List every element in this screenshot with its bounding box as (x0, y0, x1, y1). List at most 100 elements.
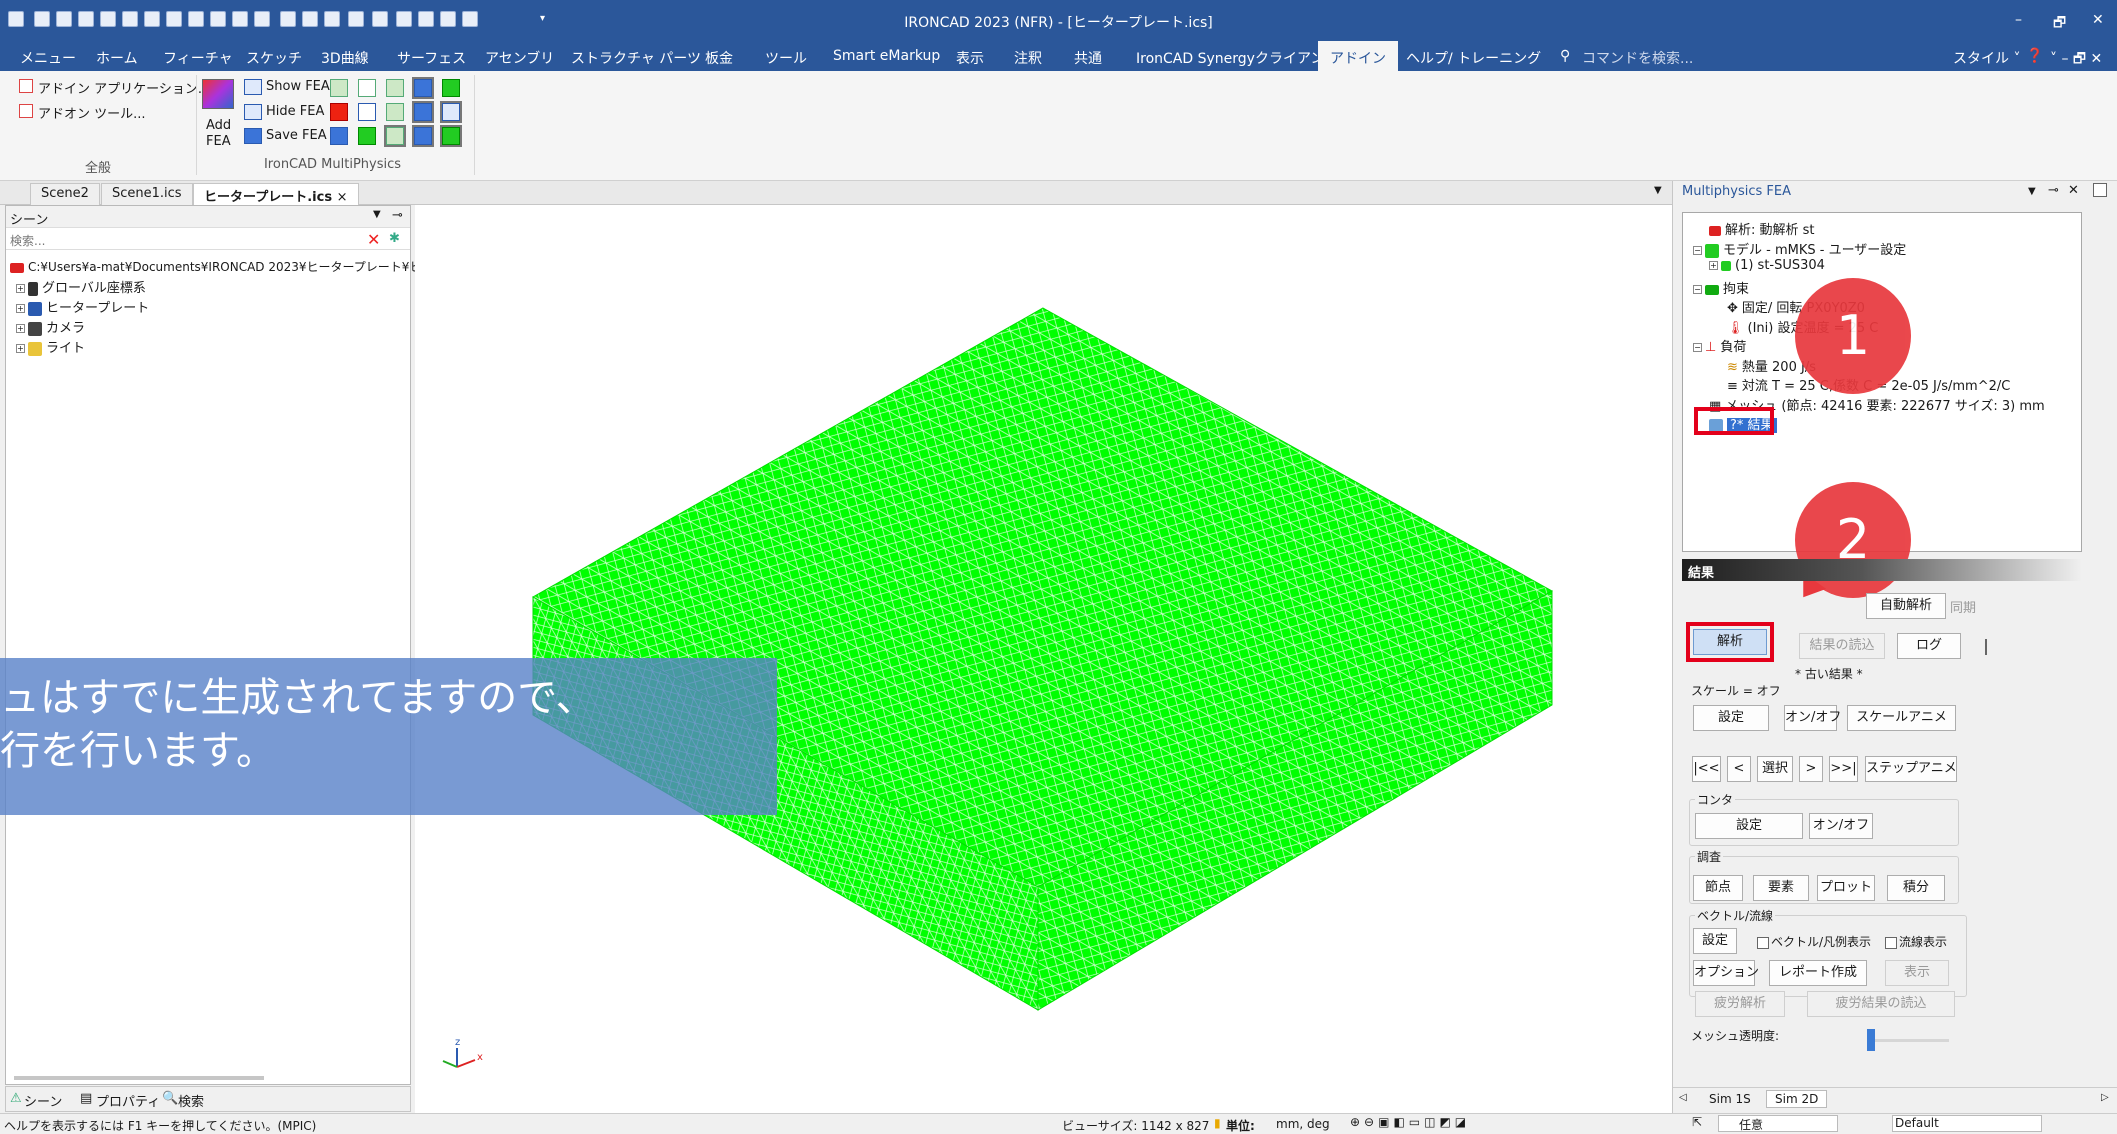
restore-button[interactable]: 🗗 (2053, 12, 2066, 36)
menu-item[interactable]: ツール (765, 48, 807, 68)
menu-item[interactable]: フィーチャ (163, 48, 233, 68)
mesh-icon[interactable] (330, 79, 348, 97)
close-button[interactable]: ✕ (2092, 12, 2104, 28)
fea-constraint[interactable]: − 拘束 (1693, 278, 1749, 297)
menu-item[interactable]: 注釈 (1014, 48, 1042, 68)
selection-filter[interactable]: 任意 (1718, 1115, 1838, 1132)
prev-step-button[interactable]: < (1727, 756, 1751, 782)
first-step-button[interactable]: |<< (1692, 756, 1721, 782)
tab-scene1[interactable]: Scene1.ics (101, 183, 193, 205)
ribbon-controls[interactable]: ˅ – 🗗 ✕ (2050, 48, 2102, 72)
add-fea-label-1[interactable]: Add (206, 118, 231, 133)
log-button[interactable]: ログ (1897, 633, 1961, 659)
contour-onoff-button[interactable]: オン/オフ (1809, 813, 1873, 839)
tab-dropdown-icon[interactable]: ▼ (1654, 185, 1662, 196)
expand-icon[interactable]: + (1709, 261, 1718, 270)
menu-item[interactable]: スケッチ (246, 48, 302, 68)
sync-label[interactable]: 同期 (1950, 597, 1976, 616)
side-tab-icon[interactable] (2093, 183, 2107, 197)
tab-heater-plate[interactable]: ヒータープレート.ics × (193, 183, 359, 205)
menu-item[interactable]: サーフェス (397, 48, 466, 68)
solid-icon[interactable] (330, 127, 348, 145)
plot-button[interactable]: プロット (1817, 875, 1875, 901)
pane-menu-icon[interactable]: ▼ (373, 209, 381, 220)
scroll-left-icon[interactable]: ◁ (1679, 1092, 1687, 1103)
green-solid-icon[interactable] (442, 79, 460, 97)
command-search[interactable]: コマンドを検索... (1582, 48, 1693, 68)
solid-icon[interactable] (412, 101, 434, 123)
help-icon[interactable]: ❓ (2026, 48, 2043, 64)
menu-item[interactable]: ヘルプ/ トレーニング (1406, 48, 1541, 68)
fea-model[interactable]: − モデル - mMKS - ユーザー設定 (1693, 239, 1906, 258)
mesh-icon[interactable] (384, 125, 406, 147)
menu-item[interactable]: メニュー (20, 48, 76, 68)
menu-item[interactable]: ホーム (96, 48, 138, 68)
solid-icon[interactable] (412, 77, 434, 99)
wire-icon[interactable] (358, 103, 376, 121)
node-button[interactable]: 節点 (1693, 875, 1743, 901)
expand-icon[interactable]: + (16, 344, 25, 353)
scene-root[interactable]: C:¥Users¥a-mat¥Documents¥IRONCAD 2023¥ヒー… (10, 258, 450, 275)
tree-item-light[interactable]: + ライト (16, 337, 85, 356)
fea-analysis[interactable]: 解析: 動解析 st (1709, 219, 1815, 238)
addin-app-button[interactable]: アドイン アプリケーション... (38, 78, 210, 97)
clear-search-icon[interactable]: ✕ (367, 230, 380, 249)
scale-set-button[interactable]: 設定 (1693, 705, 1769, 731)
fea-material[interactable]: + (1) st-SUS304 (1709, 258, 1825, 273)
panel-menu-icon[interactable]: ▼ (2028, 186, 2036, 197)
green-solid-icon[interactable] (358, 127, 376, 145)
element-button[interactable]: 要素 (1753, 875, 1809, 901)
view-icon[interactable] (440, 101, 462, 123)
auto-analysis-button[interactable]: 自動解析 (1866, 593, 1946, 619)
mesh-icon[interactable] (386, 79, 404, 97)
menu-item[interactable]: 3D曲線 (321, 48, 369, 68)
scale-onoff-button[interactable]: オン/オフ (1784, 705, 1841, 731)
solid-icon[interactable] (412, 125, 434, 147)
filter-icon[interactable]: ✱ (389, 231, 400, 246)
read-results-button[interactable]: 結果の読込 (1799, 633, 1885, 659)
add-fea-label-2[interactable]: FEA (206, 134, 231, 149)
save-fea-button[interactable]: Save FEA (266, 128, 327, 143)
fea-load[interactable]: − ⊥ 負荷 (1693, 336, 1746, 355)
tree-item-heater-plate[interactable]: + ヒータープレート (16, 297, 149, 316)
last-step-button[interactable]: >>| (1829, 756, 1858, 782)
menu-item[interactable]: Smart eMarkup (833, 48, 940, 64)
vector-legend-checkbox[interactable]: ベクトル/凡例表示 (1757, 933, 1871, 950)
scroll-right-icon[interactable]: ▷ (2101, 1092, 2109, 1103)
view-tools-icons[interactable]: ⊕⊖▣◧▭◫◩◪ (1350, 1115, 1470, 1129)
style-menu[interactable]: スタイル ˅ (1953, 48, 2020, 68)
menu-item[interactable]: アセンブリ (485, 48, 554, 68)
option-button[interactable]: オプション (1693, 960, 1759, 986)
show-fea-button[interactable]: Show FEA (266, 79, 330, 94)
style-dropdown[interactable]: Default (1892, 1115, 2042, 1132)
fatigue-button[interactable]: 疲労解析 (1695, 991, 1785, 1017)
step-anim-button[interactable]: ステップアニメ (1865, 756, 1957, 782)
red-solid-icon[interactable] (330, 103, 348, 121)
collapse-icon[interactable]: − (1693, 246, 1702, 255)
tab-search[interactable]: 検索 (178, 1091, 204, 1110)
close-tab-icon[interactable]: × (337, 190, 348, 205)
display-button[interactable]: 表示 (1885, 960, 1949, 986)
tree-item-global-coord[interactable]: + グローバル座標系 (16, 277, 146, 296)
transparency-slider-thumb[interactable] (1867, 1029, 1875, 1051)
green-solid-icon[interactable] (440, 125, 462, 147)
select-mode-icon[interactable]: ⇱ (1692, 1115, 1702, 1129)
menu-item[interactable]: ストラクチャ パーツ (571, 48, 701, 68)
minimize-button[interactable]: – (2015, 12, 2022, 28)
menu-item-addin[interactable]: アドイン (1318, 41, 1398, 71)
scrollbar[interactable] (14, 1076, 264, 1080)
scale-anim-button[interactable]: スケールアニメ (1847, 705, 1956, 731)
expand-icon[interactable]: + (16, 304, 25, 313)
select-step-button[interactable]: 選択 (1757, 756, 1793, 782)
addon-tool-button[interactable]: アドオン ツール... (38, 103, 146, 122)
scene-search[interactable]: 検索... ✕ ✱ (6, 230, 410, 250)
menu-item[interactable]: 板金 (705, 48, 733, 68)
menu-item[interactable]: IronCAD Synergyクライアント (1136, 48, 1338, 68)
transparency-slider[interactable] (1867, 1039, 1949, 1042)
streamline-checkbox[interactable]: 流線表示 (1885, 933, 1947, 950)
tab-sim2d[interactable]: Sim 2D (1766, 1090, 1828, 1108)
pin-icon[interactable]: ⊸ (392, 208, 403, 223)
integral-button[interactable]: 積分 (1887, 875, 1945, 901)
wire-icon[interactable] (358, 79, 376, 97)
vector-set-button[interactable]: 設定 (1693, 928, 1737, 954)
